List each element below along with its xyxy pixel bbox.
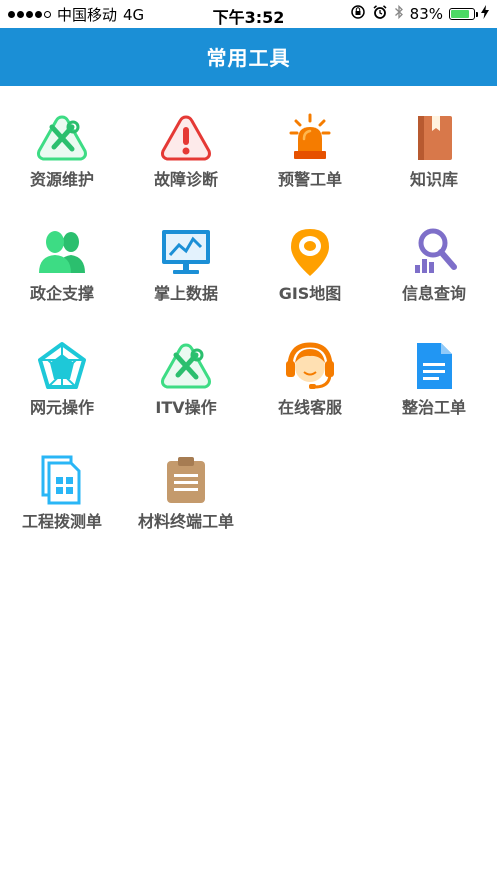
tool-material-terminal[interactable]: 材料终端工单	[124, 442, 248, 556]
tool-label: 知识库	[409, 170, 458, 189]
tool-label: 在线客服	[277, 398, 342, 417]
tool-network-element[interactable]: 网元操作	[0, 328, 124, 442]
tool-online-service[interactable]: 在线客服	[248, 328, 372, 442]
tool-label: 工程拨测单	[21, 512, 102, 531]
tool-label: 网元操作	[29, 398, 94, 417]
charging-icon	[481, 5, 489, 23]
bluetooth-icon	[394, 4, 404, 24]
network-icon	[38, 342, 86, 389]
monitor-chart-icon	[162, 230, 210, 274]
tool-label: 资源维护	[29, 170, 94, 189]
tool-label: 故障诊断	[153, 170, 218, 189]
tool-label: 材料终端工单	[137, 512, 234, 531]
alarm-icon	[372, 4, 388, 24]
page-title: 常用工具	[206, 46, 291, 70]
wrench-screwdriver-icon	[37, 115, 87, 161]
tool-gis-map[interactable]: GIS地图	[248, 214, 372, 328]
map-pin-icon	[291, 229, 329, 276]
search-chart-icon	[415, 228, 457, 273]
battery-icon	[449, 8, 478, 20]
tool-fault-diagnosis[interactable]: 故障诊断	[124, 100, 248, 214]
tool-alert-ticket[interactable]: 预警工单	[248, 100, 372, 214]
tool-mobile-data[interactable]: 掌上数据	[124, 214, 248, 328]
document-icon	[417, 343, 452, 389]
headset-icon	[286, 342, 334, 389]
tool-rectification-ticket[interactable]: 整治工单	[372, 328, 496, 442]
tool-label: 信息查询	[401, 284, 466, 303]
alarm-light-icon	[289, 113, 331, 159]
tool-knowledge-base[interactable]: 知识库	[372, 100, 496, 214]
document-grid-icon	[41, 455, 81, 505]
tool-enterprise-support[interactable]: 政企支撑	[0, 214, 124, 328]
tool-itv-operation[interactable]: ITV操作	[124, 328, 248, 442]
battery-percent: 83%	[409, 5, 443, 23]
tool-label: GIS地图	[278, 284, 342, 303]
wrench-screwdriver-icon	[161, 343, 211, 389]
status-bar: 中国移动 4G 下午3:52 83%	[0, 0, 497, 28]
tool-resource-maintenance[interactable]: 资源维护	[0, 100, 124, 214]
book-icon	[418, 116, 452, 160]
nav-bar: 常用工具	[0, 28, 497, 86]
status-right: 83%	[350, 4, 489, 24]
users-icon	[39, 231, 85, 273]
tool-label: 政企支撑	[29, 284, 94, 303]
orientation-lock-icon	[350, 4, 366, 24]
warning-icon	[161, 115, 211, 161]
tool-label: 掌上数据	[153, 284, 218, 303]
tool-label: ITV操作	[155, 398, 217, 417]
tool-engineering-test[interactable]: 工程拨测单	[0, 442, 124, 556]
tool-info-query[interactable]: 信息查询	[372, 214, 496, 328]
clipboard-icon	[167, 457, 205, 503]
tool-label: 预警工单	[277, 170, 342, 189]
tool-label: 整治工单	[401, 398, 466, 417]
